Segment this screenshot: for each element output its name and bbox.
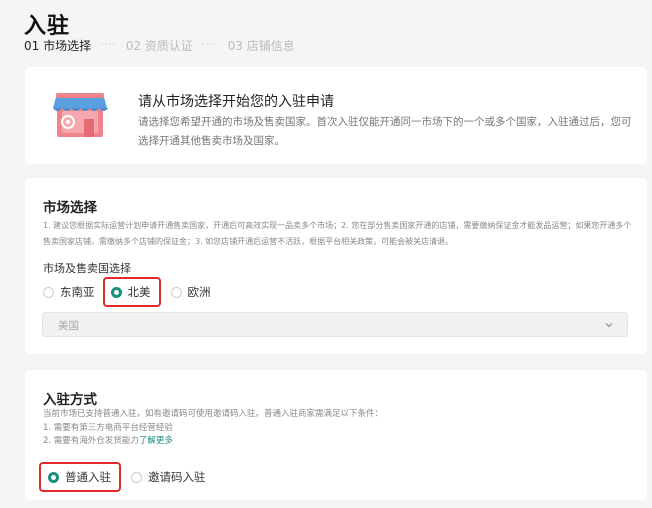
entry-mode-line: 当前市场已支持普通入驻，如有邀请码可使用邀请码入驻。普通入驻商家需满足以下条件：: [43, 409, 384, 419]
entry-mode-requirement: 2. 需要有海外仓发货能力了解更多: [43, 435, 633, 449]
intro-card: 请从市场选择开始您的入驻申请 请选择您希望开通的市场及售卖国家。首次入驻仅能开通…: [25, 67, 647, 164]
option-label: 欧洲: [187, 285, 211, 299]
country-select-value: 美国: [58, 320, 79, 332]
entry-mode-card: 入驻方式 当前市场已支持普通入驻，如有邀请码可使用邀请码入驻。普通入驻商家需满足…: [25, 370, 647, 500]
entry-mode-radio-group: 普通入驻 邀请码入驻: [39, 462, 206, 492]
step-qualification[interactable]: 02 资质认证: [126, 37, 193, 54]
entry-mode-requirement: 1. 需要有第三方电商平台经营经验: [43, 422, 173, 433]
radio-circle-selected[interactable]: [110, 286, 122, 298]
radio-circle[interactable]: [131, 471, 142, 483]
market-option-europe[interactable]: 欧洲: [170, 284, 211, 300]
option-label: 北美: [127, 285, 151, 299]
market-radio-group: 东南亚 北美 欧洲: [43, 277, 211, 307]
entry-option-normal[interactable]: 普通入驻: [39, 462, 121, 492]
step-shop-info[interactable]: 03 店铺信息: [228, 37, 295, 54]
option-label: 邀请码入驻: [148, 470, 206, 484]
market-option-sea[interactable]: 东南亚: [43, 284, 95, 300]
country-select[interactable]: 美国: [42, 312, 628, 337]
intro-title: 请从市场选择开始您的入驻申请: [138, 94, 334, 110]
stepper: 01 市场选择 ···· 02 资质认证 ···· 03 店铺信息: [24, 37, 295, 54]
intro-description: 请选择您希望开通的市场及售卖国家。首次入驻仅能开通同一市场下的一个或多个国家，入…: [138, 116, 632, 147]
entry-option-invite-code[interactable]: 邀请码入驻: [131, 469, 206, 485]
option-label: 东南亚: [60, 285, 95, 299]
step-separator: ····: [100, 40, 117, 51]
chevron-down-icon: [605, 323, 613, 328]
radio-circle[interactable]: [170, 286, 182, 298]
entry-mode-title: 入驻方式: [43, 392, 97, 408]
market-section-title: 市场选择: [43, 200, 97, 216]
shop-icon: [53, 93, 108, 137]
requirement-text: 2. 需要有海外仓发货能力: [43, 436, 139, 446]
market-option-north-america[interactable]: 北美: [102, 277, 161, 307]
radio-circle-selected[interactable]: [48, 471, 59, 483]
market-country-label: 市场及售卖国选择: [43, 262, 131, 275]
learn-more-link[interactable]: 了解更多: [139, 436, 173, 446]
page-title: 入驻: [24, 14, 71, 39]
entry-mode-description: 当前市场已支持普通入驻，如有邀请码可使用邀请码入驻。普通入驻商家需满足以下条件：…: [43, 408, 633, 449]
radio-circle[interactable]: [43, 286, 54, 298]
step-separator: ····: [201, 40, 219, 51]
option-label: 普通入驻: [65, 470, 111, 484]
market-card: 市场选择 1. 建议您根据实际运营计划申请开通售卖国家，开通后可高效实现一品卖多…: [25, 178, 647, 354]
market-notes: 1. 建议您根据实际运营计划申请开通售卖国家，开通后可高效实现一品卖多个市场；2…: [43, 221, 632, 246]
step-market[interactable]: 01 市场选择: [24, 37, 91, 54]
